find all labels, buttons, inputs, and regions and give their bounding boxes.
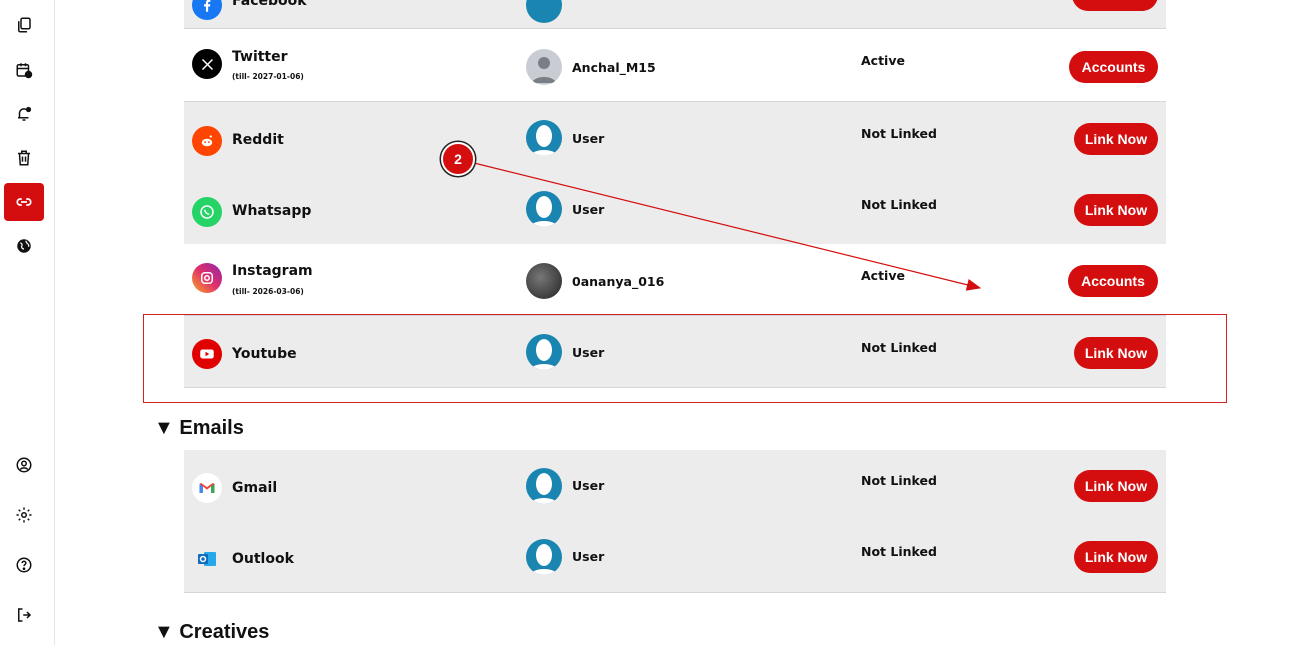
logout-icon[interactable] [12,603,36,627]
platform-name: Facebook [232,0,307,9]
user-circle-icon[interactable] [12,453,36,477]
bell-icon[interactable] [12,102,36,126]
avatar [526,468,562,504]
facebook-icon [192,0,222,20]
account-username: User [572,549,605,564]
platform-name: Gmail [232,480,278,496]
avatar [526,0,562,23]
table-row-gmail: Gmail User Not Linked Link Now [184,450,1166,522]
account-username: Anchal_M15 [572,60,656,75]
platform-name: Whatsapp [232,203,312,219]
help-icon[interactable] [12,553,36,577]
platform-expiry: (till- 2027-01-06) [232,72,304,81]
status-text: Active [861,53,905,68]
link-now-button[interactable]: Link Now [1074,123,1158,155]
account-username: User [572,202,605,217]
platform-name: Instagram [232,263,313,279]
avatar [526,49,562,85]
avatar [526,263,562,299]
outlook-icon [192,544,222,574]
table-row-reddit: Reddit User Not Linked Link Now [184,102,1166,174]
avatar [526,539,562,575]
accounts-button[interactable] [1072,0,1158,11]
avatar [526,120,562,156]
table-row-outlook: Outlook User Not Linked Link Now [184,521,1166,593]
gear-icon[interactable] [12,503,36,527]
x-icon [192,49,222,79]
whatsapp-icon [192,197,222,227]
copy-icon[interactable] [12,13,36,37]
globe-icon[interactable] [12,234,36,258]
link-now-button[interactable]: Link Now [1074,541,1158,573]
section-emails[interactable]: ▼ Emails [154,417,244,440]
accounts-button[interactable]: Accounts [1068,265,1158,297]
table-row-facebook: Facebook [184,0,1166,29]
table-row-instagram: Instagram (till- 2026-03-06) 0ananya_016… [184,244,1166,316]
status-text: Not Linked [861,197,937,212]
section-creatives[interactable]: ▼ Creatives [154,621,269,644]
highlight-box [143,314,1227,403]
calendar-clock-icon[interactable] [12,58,36,82]
section-title: Emails [179,417,244,439]
platform-name: Outlook [232,551,294,567]
page: Facebook Twitter (till- 2027-01-06) Anch… [0,0,1295,645]
status-text: Not Linked [861,473,937,488]
link-icon[interactable] [4,183,44,221]
triangle-down-icon: ▼ [154,417,174,439]
account-username: 0ananya_016 [572,274,665,289]
status-text: Active [861,268,905,283]
account-username: User [572,478,605,493]
platform-expiry: (till- 2026-03-06) [232,287,304,296]
avatar [526,191,562,227]
account-username: User [572,131,605,146]
link-now-button[interactable]: Link Now [1074,470,1158,502]
trash-icon[interactable] [12,146,36,170]
platform-name: Twitter [232,49,288,65]
table-row-twitter: Twitter (till- 2027-01-06) Anchal_M15 Ac… [184,30,1166,102]
accounts-button[interactable]: Accounts [1069,51,1158,83]
table-row-whatsapp: Whatsapp User Not Linked Link Now [184,173,1166,245]
status-text: Not Linked [861,126,937,141]
gmail-icon [192,473,222,503]
sidebar [0,0,55,645]
section-title: Creatives [179,621,270,643]
reddit-icon [192,126,222,156]
link-now-button[interactable]: Link Now [1074,194,1158,226]
status-text: Not Linked [861,544,937,559]
platform-name: Reddit [232,132,284,148]
triangle-down-icon: ▼ [154,621,174,643]
instagram-icon [192,263,222,293]
step-marker: 2 [441,142,475,176]
